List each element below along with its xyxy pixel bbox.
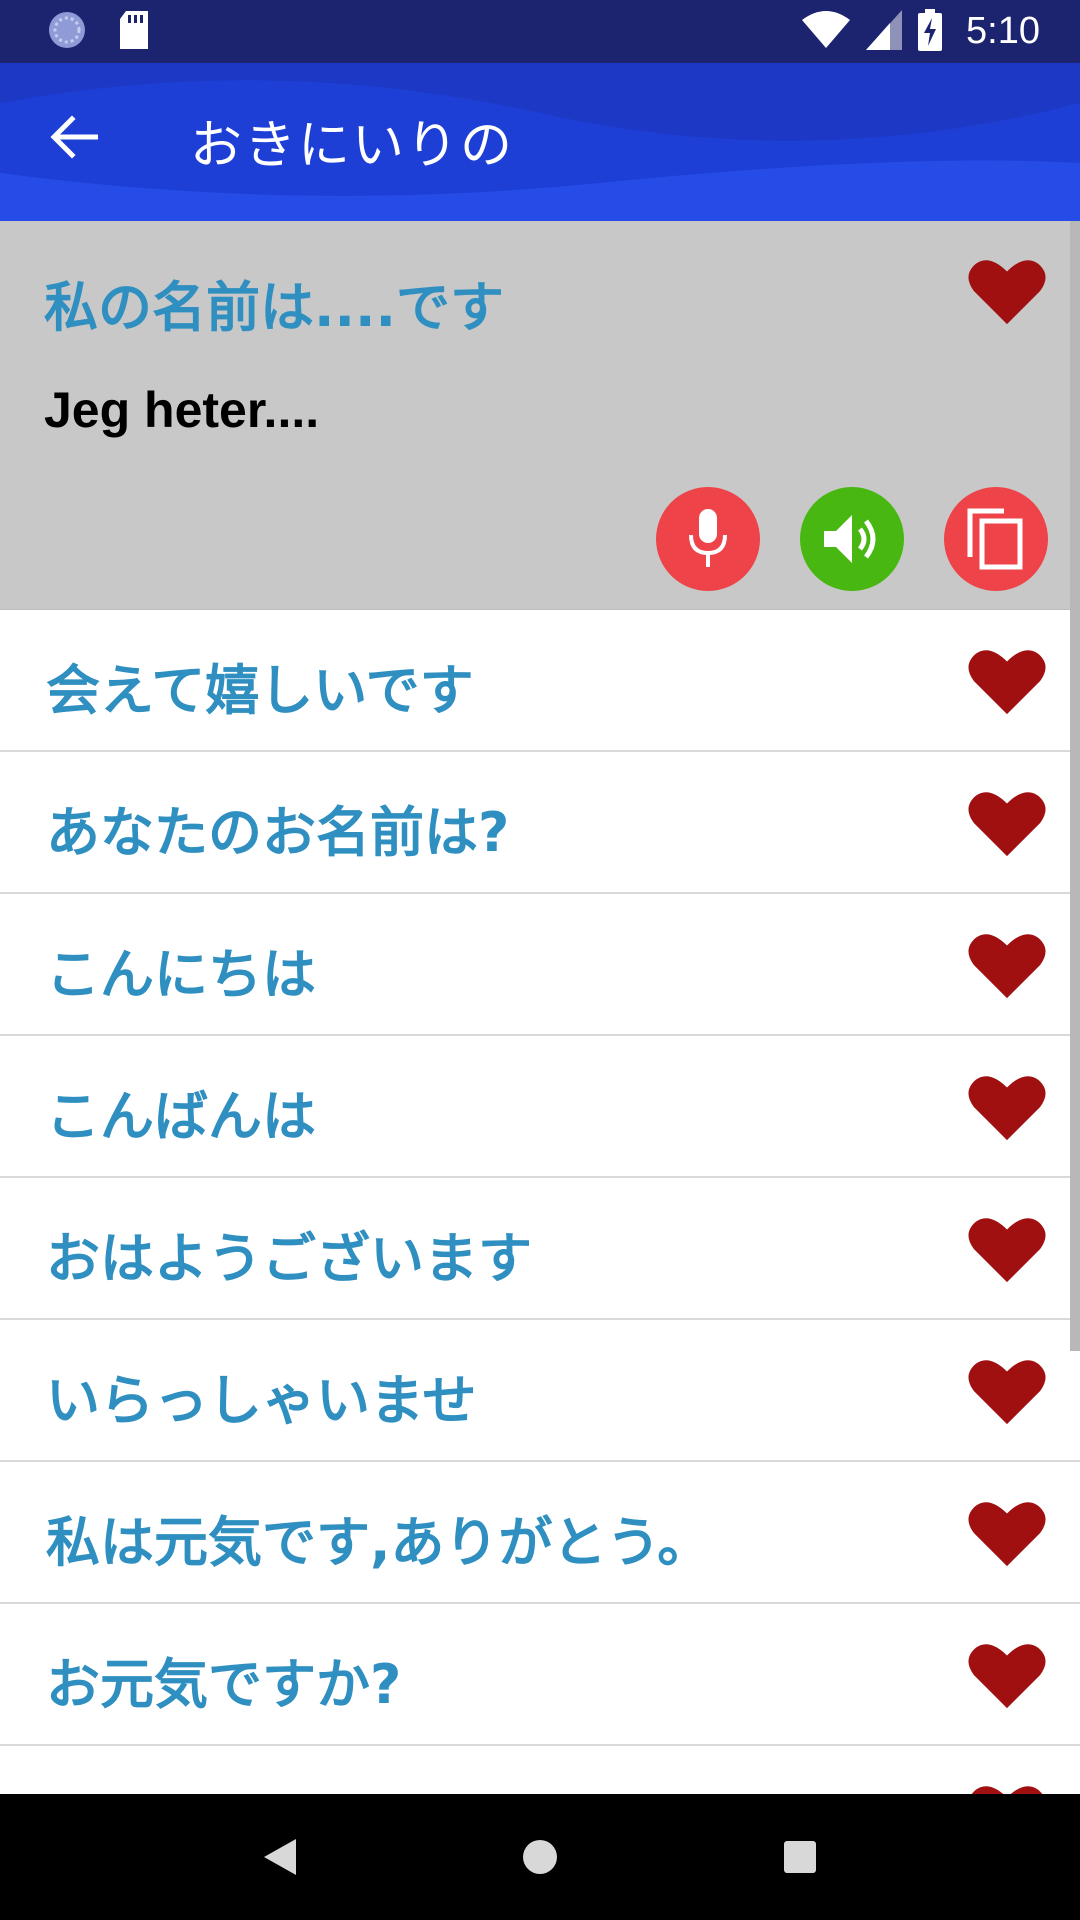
list-item[interactable]: あなたのお名前は?: [0, 752, 1080, 894]
speak-button[interactable]: [800, 487, 904, 591]
heart-icon[interactable]: [968, 255, 1046, 327]
phrase-text: お元気ですか?: [46, 1653, 402, 1716]
phrase-text: いらっしゃいませ: [46, 1369, 477, 1432]
arrow-back-icon: [50, 115, 98, 159]
heart-icon[interactable]: [968, 645, 1046, 717]
phrase-text: おはようございます: [46, 1227, 532, 1290]
scrollbar[interactable]: [1070, 221, 1080, 1351]
phrase-text: こんばんは: [46, 1085, 316, 1148]
list-item[interactable]: 私は元気です,ありがとう。: [0, 1462, 1080, 1604]
mic-icon: [689, 509, 727, 567]
phrase-text: こんにちは: [46, 943, 316, 1006]
status-time: 5:10: [966, 10, 1040, 52]
phrase-text: あなたのお名前は?: [46, 801, 510, 864]
phrase-text: 会えて嬉しいです: [46, 659, 474, 722]
heart-icon[interactable]: [968, 1639, 1046, 1711]
translation-text: Jeg heter....: [44, 382, 320, 438]
nav-recents-button[interactable]: [765, 1822, 835, 1892]
heart-icon[interactable]: [968, 1497, 1046, 1569]
heart-icon[interactable]: [968, 1355, 1046, 1427]
wave-background: [0, 63, 1080, 221]
phrase-text: 私の名前は....です: [44, 276, 505, 339]
back-triangle-icon: [264, 1839, 296, 1875]
home-circle-icon: [523, 1840, 557, 1874]
back-button[interactable]: [44, 107, 104, 167]
list-item[interactable]: いらっしゃいませ: [0, 1320, 1080, 1462]
heart-icon[interactable]: [968, 929, 1046, 1001]
nav-home-button[interactable]: [505, 1822, 575, 1892]
list-item[interactable]: あなたとおなじくらいおなかがすいています: [0, 1746, 1080, 1794]
copy-icon: [967, 508, 1023, 570]
signal-icon: [866, 9, 903, 54]
phrase-list[interactable]: 私の名前は....です Jeg heter.... 会えて嬉しいです あなたのお…: [0, 221, 1080, 1794]
heart-icon[interactable]: [968, 1213, 1046, 1285]
heart-icon[interactable]: [968, 1071, 1046, 1143]
wifi-icon: [802, 10, 851, 54]
sync-icon: [46, 9, 88, 55]
status-bar: 5:10: [0, 0, 1080, 63]
phrase-text: 私は元気です,ありがとう。: [46, 1511, 712, 1574]
list-item[interactable]: おはようございます: [0, 1178, 1080, 1320]
sd-card-icon: [118, 10, 150, 53]
list-item[interactable]: お元気ですか?: [0, 1604, 1080, 1746]
heart-icon[interactable]: [968, 1781, 1046, 1794]
mic-button[interactable]: [656, 487, 760, 591]
nav-back-button[interactable]: [245, 1822, 315, 1892]
list-item[interactable]: こんにちは: [0, 894, 1080, 1036]
phrase-text: あなたとおなじくらいおなかがすいています: [46, 1782, 1080, 1794]
list-item[interactable]: 会えて嬉しいです: [0, 610, 1080, 752]
battery-charging-icon: [918, 8, 943, 55]
app-bar: おきにいりの: [0, 63, 1080, 221]
expanded-list-item[interactable]: 私の名前は....です Jeg heter....: [0, 221, 1080, 610]
copy-button[interactable]: [944, 487, 1048, 591]
page-title: おきにいりの: [190, 116, 515, 176]
volume-icon: [824, 515, 876, 563]
navigation-bar: [0, 1794, 1080, 1920]
heart-icon[interactable]: [968, 787, 1046, 859]
recents-square-icon: [784, 1841, 816, 1873]
list-item[interactable]: こんばんは: [0, 1036, 1080, 1178]
